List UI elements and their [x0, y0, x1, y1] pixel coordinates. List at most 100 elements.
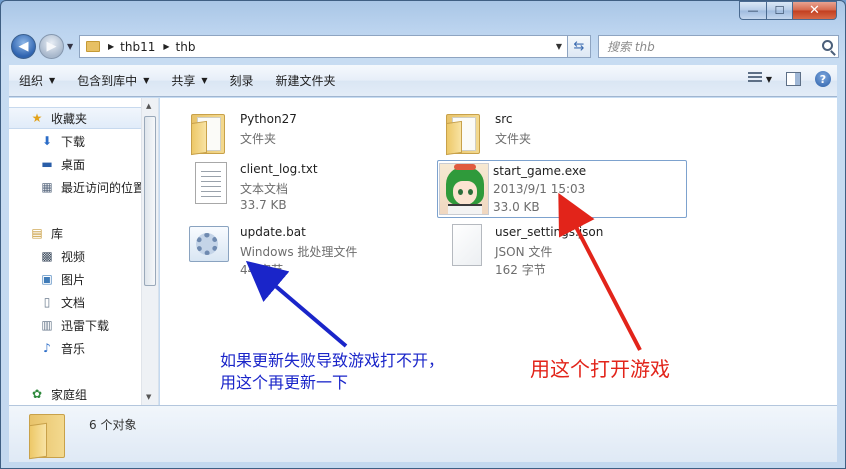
command-bar: 组织 ▼ 包含到库中 ▼ 共享 ▼ 刻录 新建文件夹 ▼ ? — [9, 65, 837, 97]
sidebar-item-homegroup[interactable]: ✿ 家庭组 — [9, 383, 149, 405]
file-name: Python27 — [240, 112, 297, 126]
navigation-pane: ★ 收藏夹 ⬇ 下载 ▬ 桌面 ▦ 最近访问的位置 ▤ 库 ▩ 视频 ▣ 图片 … — [9, 98, 159, 405]
file-name: src — [495, 112, 513, 126]
chevron-right-icon[interactable]: ▶ — [108, 42, 114, 51]
chevron-down-icon: ▼ — [49, 76, 56, 85]
file-name: user_settings.json — [495, 225, 604, 239]
minimize-button[interactable]: — — [739, 1, 766, 20]
file-item-client-log[interactable]: client_log.txt 文本文档 33.7 KB — [185, 154, 430, 212]
file-item-user-settings[interactable]: user_settings.json JSON 文件 162 字节 — [440, 216, 685, 277]
library-icon: ▤ — [31, 226, 43, 240]
scroll-down-icon[interactable]: ▼ — [146, 393, 151, 401]
share-label: 共享 — [171, 74, 196, 88]
file-type: JSON 文件 — [495, 245, 553, 259]
file-size: 44 字节 — [240, 263, 284, 277]
pictures-icon: ▣ — [41, 272, 53, 286]
help-icon[interactable]: ? — [815, 71, 831, 87]
sidebar-item-label: 下载 — [61, 134, 86, 149]
sidebar-item-label: 图片 — [61, 272, 86, 287]
video-icon: ▩ — [41, 249, 53, 263]
view-controls: ▼ ? — [747, 71, 831, 87]
file-name: start_game.exe — [493, 164, 587, 178]
file-item-start-game[interactable]: start_game.exe 2013/9/1 15:03 33.0 KB — [437, 160, 687, 218]
forward-button[interactable]: ▶ — [39, 34, 64, 59]
chevron-down-icon: ▼ — [201, 76, 208, 85]
maximize-button[interactable]: ☐ — [766, 1, 792, 20]
search-icon[interactable] — [822, 40, 833, 51]
recent-pages-dropdown[interactable]: ▼ — [67, 42, 73, 51]
search-placeholder: 搜索 thb — [607, 40, 655, 54]
sidebar-item-label: 收藏夹 — [51, 111, 88, 126]
chevron-right-icon[interactable]: ▶ — [163, 42, 169, 51]
file-item-update-bat[interactable]: update.bat Windows 批处理文件 44 字节 — [185, 216, 430, 277]
sidebar-item-desktop[interactable]: ▬ 桌面 — [9, 153, 149, 175]
navigation-bar: ◀ ▶ ▼ ▶ thb11 ▶ thb ▼ ⇆ 搜索 thb — [9, 32, 839, 60]
music-icon: ♪ — [43, 341, 51, 355]
new-folder-label: 新建文件夹 — [275, 74, 336, 88]
sidebar-item-videos[interactable]: ▩ 视频 — [9, 245, 149, 267]
sidebar-item-label: 库 — [51, 226, 64, 241]
new-folder-button[interactable]: 新建文件夹 — [276, 72, 336, 89]
sidebar-item-label: 文档 — [61, 295, 86, 310]
refresh-icon[interactable]: ⇆ — [567, 35, 591, 58]
sidebar-item-pictures[interactable]: ▣ 图片 — [9, 268, 149, 290]
thunder-download-icon: ▥ — [41, 318, 53, 332]
sidebar-item-label: 迅雷下载 — [61, 318, 110, 333]
download-folder-icon: ⬇ — [41, 134, 53, 148]
sidebar-item-recent-places[interactable]: ▦ 最近访问的位置 — [9, 176, 149, 198]
folder-icon — [442, 108, 488, 158]
organize-label: 组织 — [19, 74, 44, 88]
blue-annotation-line1: 如果更新失败导致游戏打不开， — [220, 351, 445, 370]
sidebar-item-label: 家庭组 — [51, 387, 88, 402]
homegroup-icon: ✿ — [31, 387, 43, 401]
close-button[interactable]: ✕ — [792, 1, 837, 20]
sidebar-item-libraries[interactable]: ▤ 库 — [9, 222, 149, 244]
sidebar-item-downloads[interactable]: ⬇ 下载 — [9, 130, 149, 152]
batch-file-icon — [187, 220, 233, 270]
file-type: Windows 批处理文件 — [240, 245, 358, 259]
burn-label: 刻录 — [229, 74, 254, 88]
folder-icon — [29, 414, 65, 460]
address-bar[interactable]: ▶ thb11 ▶ thb ▼ ⇆ — [79, 35, 591, 58]
file-item-src[interactable]: src 文件夹 — [440, 104, 685, 162]
navigation-pane-scrollbar[interactable]: ▲ ▼ — [141, 98, 158, 405]
file-size: 33.7 KB — [240, 198, 287, 212]
sidebar-item-documents[interactable]: ▯ 文档 — [9, 291, 149, 313]
file-date: 2013/9/1 15:03 — [493, 182, 586, 196]
view-options-dropdown-icon[interactable]: ▼ — [766, 75, 772, 84]
folder-icon — [187, 108, 233, 158]
include-in-library-label: 包含到库中 — [77, 74, 138, 88]
star-icon: ★ — [31, 111, 43, 125]
game-exe-icon — [439, 163, 489, 215]
sidebar-item-label: 视频 — [61, 249, 86, 264]
change-view-icon[interactable] — [747, 72, 762, 86]
search-input[interactable]: 搜索 thb — [598, 35, 839, 58]
scrollbar-thumb[interactable] — [144, 116, 156, 286]
file-name: update.bat — [240, 225, 306, 239]
burn-button[interactable]: 刻录 — [230, 72, 254, 89]
preview-pane-icon[interactable] — [786, 72, 801, 86]
file-name: client_log.txt — [240, 162, 318, 176]
folder-icon — [86, 41, 100, 52]
organize-button[interactable]: 组织 ▼ — [19, 72, 55, 89]
share-button[interactable]: 共享 ▼ — [171, 72, 207, 89]
scroll-up-icon[interactable]: ▲ — [146, 102, 151, 110]
desktop-icon: ▬ — [41, 157, 53, 171]
text-file-icon — [187, 158, 233, 208]
back-button[interactable]: ◀ — [11, 34, 36, 59]
include-in-library-button[interactable]: 包含到库中 ▼ — [77, 72, 149, 89]
breadcrumb-thb11[interactable]: thb11 — [120, 40, 155, 54]
file-type: 文件夹 — [240, 132, 277, 146]
sidebar-item-thunder-downloads[interactable]: ▥ 迅雷下载 — [9, 314, 149, 336]
sidebar-item-favorites[interactable]: ★ 收藏夹 — [9, 107, 149, 129]
chevron-down-icon: ▼ — [143, 76, 150, 85]
item-count: 6 个对象 — [89, 418, 137, 432]
file-type: 文件夹 — [495, 132, 532, 146]
address-dropdown-icon[interactable]: ▼ — [550, 36, 568, 57]
sidebar-item-label: 音乐 — [61, 341, 86, 356]
blue-annotation-line2: 用这个再更新一下 — [220, 373, 349, 392]
sidebar-item-music[interactable]: ♪ 音乐 — [9, 337, 149, 359]
breadcrumb-thb[interactable]: thb — [176, 40, 196, 54]
file-size: 33.0 KB — [493, 200, 540, 214]
blue-arrow — [245, 260, 348, 348]
